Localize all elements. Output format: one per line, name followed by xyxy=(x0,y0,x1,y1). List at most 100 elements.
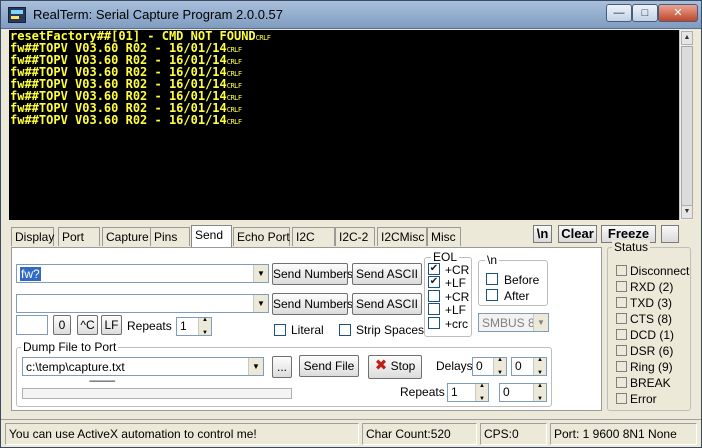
repeats-value: 1 xyxy=(180,319,187,333)
send-ascii-button-2[interactable]: Send ASCII xyxy=(352,293,422,315)
status-bar: You can use ActiveX automation to contro… xyxy=(1,419,701,447)
spinner-arrows-icon[interactable] xyxy=(493,357,506,376)
minimize-button[interactable]: — xyxy=(606,4,632,22)
newline-toggle-button[interactable]: \n xyxy=(533,225,552,243)
eol-marker: CRLF xyxy=(255,34,271,42)
dump-repeats-label: Repeats xyxy=(400,385,445,399)
repeats-spinner[interactable]: 1 xyxy=(176,317,212,336)
tab-i2c[interactable]: I2C xyxy=(292,227,335,246)
lf-button[interactable]: LF xyxy=(101,315,122,335)
eol-cr-checkbox-2[interactable] xyxy=(428,290,440,302)
literal-label: Literal xyxy=(291,323,324,337)
eol-lf-label-1: +LF xyxy=(445,276,467,290)
terminal-line-text: fw##TOPV V03.60 R02 - 16/01/14 xyxy=(10,113,227,127)
eol-cr-checkbox-1[interactable]: ✔ xyxy=(428,263,440,275)
literal-checkbox[interactable] xyxy=(274,324,286,336)
realterm-app-icon xyxy=(8,7,26,23)
delays-label: Delays xyxy=(436,359,473,373)
clear-button[interactable]: Clear xyxy=(558,225,597,243)
ring-label: Ring (9) xyxy=(630,360,673,374)
chevron-down-icon[interactable]: ▼ xyxy=(248,358,263,375)
chevron-down-icon[interactable]: ▼ xyxy=(253,295,268,312)
delay-spinner-2[interactable]: 0 xyxy=(511,357,547,376)
send-input-1[interactable]: fw? ▼ xyxy=(16,264,269,283)
chevron-down-icon[interactable]: ▼ xyxy=(253,265,268,282)
dump-file-path[interactable]: c:\temp\capture.txt ▼ xyxy=(22,357,264,376)
send-panel: fw? ▼ Send Numbers Send ASCII ▼ Send Num… xyxy=(11,247,602,411)
tab-send[interactable]: Send xyxy=(191,225,232,247)
dump-repeats-spinner-1[interactable]: 1 xyxy=(447,383,489,402)
dcd-indicator xyxy=(616,329,627,340)
after-label: After xyxy=(504,289,530,303)
tab-misc[interactable]: Misc xyxy=(427,227,461,246)
after-checkbox[interactable] xyxy=(486,289,498,301)
dump-file-path-value: c:\temp\capture.txt xyxy=(26,360,125,374)
before-checkbox[interactable] xyxy=(486,273,498,285)
stop-x-icon: ✖ xyxy=(374,357,388,374)
delay-value-2: 0 xyxy=(515,359,522,373)
eol-group-title: EOL xyxy=(431,250,460,264)
char-input[interactable] xyxy=(16,315,48,335)
delay-spinner-1[interactable]: 0 xyxy=(472,357,507,376)
eol-crc-checkbox[interactable] xyxy=(428,317,440,329)
extra-toggle-button[interactable] xyxy=(661,225,679,243)
send-numbers-button-1[interactable]: Send Numbers xyxy=(272,263,353,285)
eol-group: EOL ✔ +CR ✔ +LF +CR +LF +crc xyxy=(424,250,472,337)
send-file-button[interactable]: Send File xyxy=(299,355,359,377)
spinner-arrows-icon[interactable] xyxy=(533,383,546,402)
smbus-value: SMBUS 8 xyxy=(482,316,535,330)
ctrl-c-button[interactable]: ^C xyxy=(77,315,98,335)
newline-group-title: \n xyxy=(485,253,500,267)
tab-i2cmisc[interactable]: I2CMisc xyxy=(377,227,427,246)
eol-marker: CRLF xyxy=(226,82,242,90)
eol-marker: CRLF xyxy=(226,118,242,126)
tab-port[interactable]: Port xyxy=(58,227,100,246)
scrollbar-thumb[interactable] xyxy=(681,46,693,206)
tab-pins[interactable]: Pins xyxy=(150,227,190,246)
eol-lf-checkbox-1[interactable]: ✔ xyxy=(428,276,440,288)
status-group-title: Status xyxy=(612,240,651,254)
terminal-output[interactable]: resetFactory##[01] - CMD NOT FOUNDCRLF fw… xyxy=(9,30,679,220)
tab-display[interactable]: Display xyxy=(11,227,54,246)
port-settings: Port: 1 9600 8N1 None xyxy=(550,423,697,445)
eol-lf-label-2: +LF xyxy=(445,303,467,317)
spinner-arrows-icon[interactable] xyxy=(475,383,488,402)
dsr-indicator xyxy=(616,345,627,356)
spinner-arrows-icon[interactable] xyxy=(533,357,546,376)
strip-spaces-checkbox[interactable] xyxy=(339,324,351,336)
disconnect-label: Disconnect xyxy=(630,264,690,278)
browse-button[interactable]: ... xyxy=(272,356,292,378)
realterm-window: RealTerm: Serial Capture Program 2.0.0.5… xyxy=(0,0,702,448)
smbus-select[interactable]: SMBUS 8 ▼ xyxy=(478,313,549,332)
eol-marker: CRLF xyxy=(226,46,242,54)
eol-marker: CRLF xyxy=(226,58,242,66)
terminal-line: fw##TOPV V03.60 R02 - 16/01/14CRLF xyxy=(9,114,679,126)
tab-capture[interactable]: Capture xyxy=(102,227,152,246)
zero-button[interactable]: 0 xyxy=(53,315,71,335)
maximize-button[interactable]: □ xyxy=(632,4,658,22)
dump-file-group-title: Dump File to Port xyxy=(21,340,119,354)
send-numbers-button-2[interactable]: Send Numbers xyxy=(272,293,353,315)
spinner-arrows-icon[interactable] xyxy=(198,317,211,336)
eol-cr-label-1: +CR xyxy=(445,263,470,277)
dump-repeats-spinner-2[interactable]: 0 xyxy=(499,383,547,402)
stop-button[interactable]: ✖ Stop xyxy=(368,355,422,379)
tab-i2c-2[interactable]: I2C-2 xyxy=(335,227,375,246)
rxd-indicator xyxy=(616,281,627,292)
send-ascii-button-1[interactable]: Send ASCII xyxy=(352,263,422,285)
scroll-down-arrow-icon[interactable]: ▼ xyxy=(681,205,693,219)
close-button[interactable]: ✕ xyxy=(658,4,698,22)
send-input-2[interactable]: ▼ xyxy=(16,294,269,313)
terminal-scrollbar[interactable]: ▲ ▼ xyxy=(679,30,693,220)
eol-lf-checkbox-2[interactable] xyxy=(428,303,440,315)
dump-repeats-value-1: 1 xyxy=(451,385,458,399)
status-message: You can use ActiveX automation to contro… xyxy=(5,423,359,445)
eol-crc-label: +crc xyxy=(445,317,469,331)
title-bar[interactable]: RealTerm: Serial Capture Program 2.0.0.5… xyxy=(1,1,701,29)
window-title: RealTerm: Serial Capture Program 2.0.0.5… xyxy=(33,7,284,22)
scroll-up-arrow-icon[interactable]: ▲ xyxy=(681,31,693,45)
error-indicator xyxy=(616,393,627,404)
chevron-down-icon[interactable]: ▼ xyxy=(533,314,548,331)
strip-spaces-label: Strip Spaces xyxy=(356,323,425,337)
tab-echo-port[interactable]: Echo Port xyxy=(233,227,290,246)
